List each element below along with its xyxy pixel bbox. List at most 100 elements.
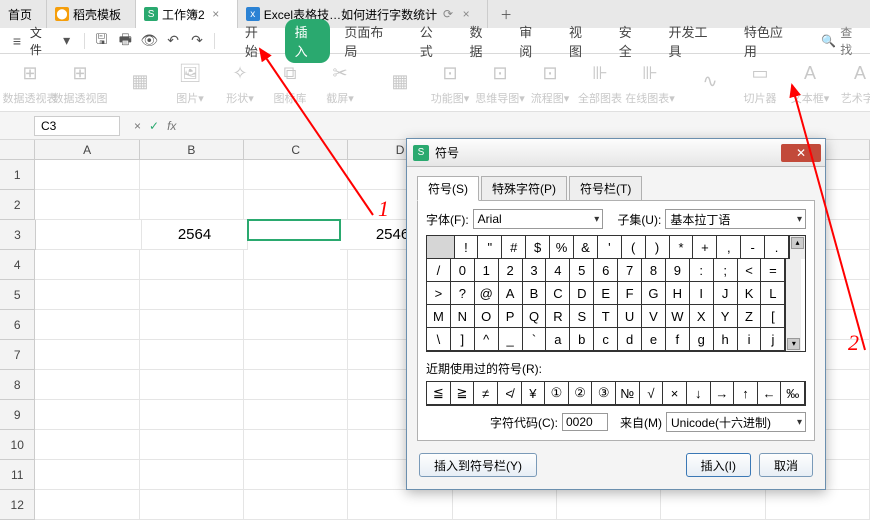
symbol-cell[interactable]: 1 bbox=[474, 258, 499, 282]
symbol-cell[interactable]: 0 bbox=[450, 258, 475, 282]
menu-tab-视图[interactable]: 视图 bbox=[559, 19, 605, 63]
symbol-cell[interactable]: / bbox=[426, 258, 451, 282]
cancel-button[interactable]: 取消 bbox=[759, 453, 813, 477]
row-header-12[interactable]: 12 bbox=[0, 490, 35, 520]
symbol-cell[interactable]: ' bbox=[597, 235, 622, 259]
recent-symbol[interactable]: ← bbox=[757, 381, 782, 405]
name-box[interactable]: C3 bbox=[34, 116, 120, 136]
symbol-cell[interactable] bbox=[426, 235, 455, 259]
tab-template[interactable]: ⬤稻壳模板 bbox=[47, 0, 136, 28]
symbol-cell[interactable]: 9 bbox=[665, 258, 690, 282]
ribbon-截屏▾[interactable]: ✂截屏▾ bbox=[320, 60, 360, 106]
menu-tab-页面布局[interactable]: 页面布局 bbox=[334, 19, 405, 63]
symbol-cell[interactable]: U bbox=[617, 304, 642, 328]
cell-F12[interactable] bbox=[557, 490, 661, 520]
cell-A12[interactable] bbox=[35, 490, 139, 520]
symbol-cell[interactable]: 3 bbox=[522, 258, 547, 282]
ribbon-思维导图▾[interactable]: ⊡思维导图▾ bbox=[480, 60, 520, 106]
cell-B4[interactable] bbox=[140, 250, 244, 280]
symbol-cell[interactable]: ( bbox=[621, 235, 646, 259]
cell-A1[interactable] bbox=[35, 160, 139, 190]
symbol-cell[interactable]: W bbox=[665, 304, 690, 328]
ribbon-功能图▾[interactable]: ⊡功能图▾ bbox=[430, 60, 470, 106]
row-header-1[interactable]: 1 bbox=[0, 160, 35, 190]
ribbon-艺术字▾[interactable]: A艺术字▾ bbox=[840, 60, 870, 106]
symbol-cell[interactable]: ] bbox=[450, 327, 475, 351]
cell-B8[interactable] bbox=[140, 370, 244, 400]
symbol-cell[interactable]: Q bbox=[522, 304, 547, 328]
cell-B7[interactable] bbox=[140, 340, 244, 370]
cell-D12[interactable] bbox=[348, 490, 452, 520]
ribbon-图片▾[interactable]: 🖼图片▾ bbox=[170, 60, 210, 106]
row-header-5[interactable]: 5 bbox=[0, 280, 35, 310]
cell-B11[interactable] bbox=[140, 460, 244, 490]
symbol-cell[interactable]: B bbox=[522, 281, 547, 305]
symbol-cell[interactable]: 5 bbox=[569, 258, 594, 282]
symbol-cell[interactable]: E bbox=[593, 281, 618, 305]
ribbon-切片器[interactable]: ▭切片器 bbox=[740, 60, 780, 106]
ribbon-item2[interactable]: ▦ bbox=[120, 68, 160, 98]
symbol-cell[interactable]: & bbox=[573, 235, 598, 259]
symbol-cell[interactable]: [ bbox=[760, 304, 785, 328]
insert-button[interactable]: 插入(I) bbox=[686, 453, 751, 477]
undo-icon[interactable]: ↶ bbox=[162, 30, 184, 52]
fx-icon[interactable]: fx bbox=[167, 119, 176, 133]
symbol-cell[interactable]: = bbox=[760, 258, 785, 282]
symbol-cell[interactable]: : bbox=[689, 258, 714, 282]
redo-icon[interactable]: ↷ bbox=[186, 30, 208, 52]
cell-C8[interactable] bbox=[244, 370, 348, 400]
ribbon-文本框▾[interactable]: A文本框▾ bbox=[790, 60, 830, 106]
symbol-cell[interactable]: D bbox=[569, 281, 594, 305]
row-header-4[interactable]: 4 bbox=[0, 250, 35, 280]
symbol-cell[interactable]: e bbox=[641, 327, 666, 351]
symbol-cell[interactable]: \ bbox=[426, 327, 451, 351]
row-header-2[interactable]: 2 bbox=[0, 190, 35, 220]
ribbon-item7[interactable]: ▦ bbox=[380, 68, 420, 98]
menu-tab-公式[interactable]: 公式 bbox=[410, 19, 456, 63]
menu-tab-插入[interactable]: 插入 bbox=[285, 19, 331, 63]
recent-symbol[interactable]: ↑ bbox=[733, 381, 758, 405]
cell-H12[interactable] bbox=[766, 490, 870, 520]
symbol-cell[interactable]: > bbox=[426, 281, 451, 305]
symbol-cell[interactable]: + bbox=[692, 235, 717, 259]
ribbon-全部图表[interactable]: ⊪全部图表 bbox=[580, 60, 620, 106]
ribbon-item13[interactable]: ∿ bbox=[690, 68, 730, 98]
symbol-cell[interactable]: i bbox=[737, 327, 762, 351]
subset-select[interactable]: 基本拉丁语▾ bbox=[665, 209, 806, 229]
preview-icon[interactable]: 👁 bbox=[138, 30, 160, 52]
symbol-cell[interactable]: ^ bbox=[474, 327, 499, 351]
cell-B3[interactable]: 2564 bbox=[142, 220, 248, 250]
file-menu[interactable]: 文件 bbox=[30, 24, 54, 58]
ribbon-数据透视表[interactable]: ⊞数据透视表 bbox=[10, 60, 50, 106]
font-select[interactable]: Arial▾ bbox=[473, 209, 604, 229]
recent-symbol[interactable]: ‰ bbox=[780, 381, 805, 405]
cell-G12[interactable] bbox=[661, 490, 765, 520]
recent-symbol[interactable]: → bbox=[710, 381, 735, 405]
symbol-cell[interactable]: < bbox=[737, 258, 762, 282]
row-header-11[interactable]: 11 bbox=[0, 460, 35, 490]
row-header-10[interactable]: 10 bbox=[0, 430, 35, 460]
symbol-cell[interactable]: 7 bbox=[617, 258, 642, 282]
symbol-cell[interactable]: M bbox=[426, 304, 451, 328]
symbol-cell[interactable]: 4 bbox=[545, 258, 570, 282]
ribbon-数据透视图[interactable]: ⊞数据透视图 bbox=[60, 60, 100, 106]
symbol-cell[interactable]: ? bbox=[450, 281, 475, 305]
encoding-select[interactable]: Unicode(十六进制)▾ bbox=[666, 412, 806, 432]
symbol-cell[interactable]: A bbox=[498, 281, 523, 305]
symbol-cell[interactable]: j bbox=[760, 327, 785, 351]
ribbon-形状▾[interactable]: ✧形状▾ bbox=[220, 60, 260, 106]
cell-B5[interactable] bbox=[140, 280, 244, 310]
symbol-cell[interactable]: 8 bbox=[641, 258, 666, 282]
row-header-3[interactable]: 3 bbox=[0, 220, 36, 250]
cell-B9[interactable] bbox=[140, 400, 244, 430]
cell-A4[interactable] bbox=[35, 250, 139, 280]
ribbon-流程图▾[interactable]: ⊡流程图▾ bbox=[530, 60, 570, 106]
confirm-fx-icon[interactable]: ✓ bbox=[149, 119, 159, 133]
menu-tab-开始[interactable]: 开始 bbox=[235, 19, 281, 63]
symbol-cell[interactable]: % bbox=[549, 235, 574, 259]
cell-C2[interactable] bbox=[244, 190, 348, 220]
symbol-cell[interactable]: @ bbox=[474, 281, 499, 305]
symbol-cell[interactable]: O bbox=[474, 304, 499, 328]
symbol-cell[interactable]: X bbox=[689, 304, 714, 328]
col-header-B[interactable]: B bbox=[140, 140, 244, 159]
